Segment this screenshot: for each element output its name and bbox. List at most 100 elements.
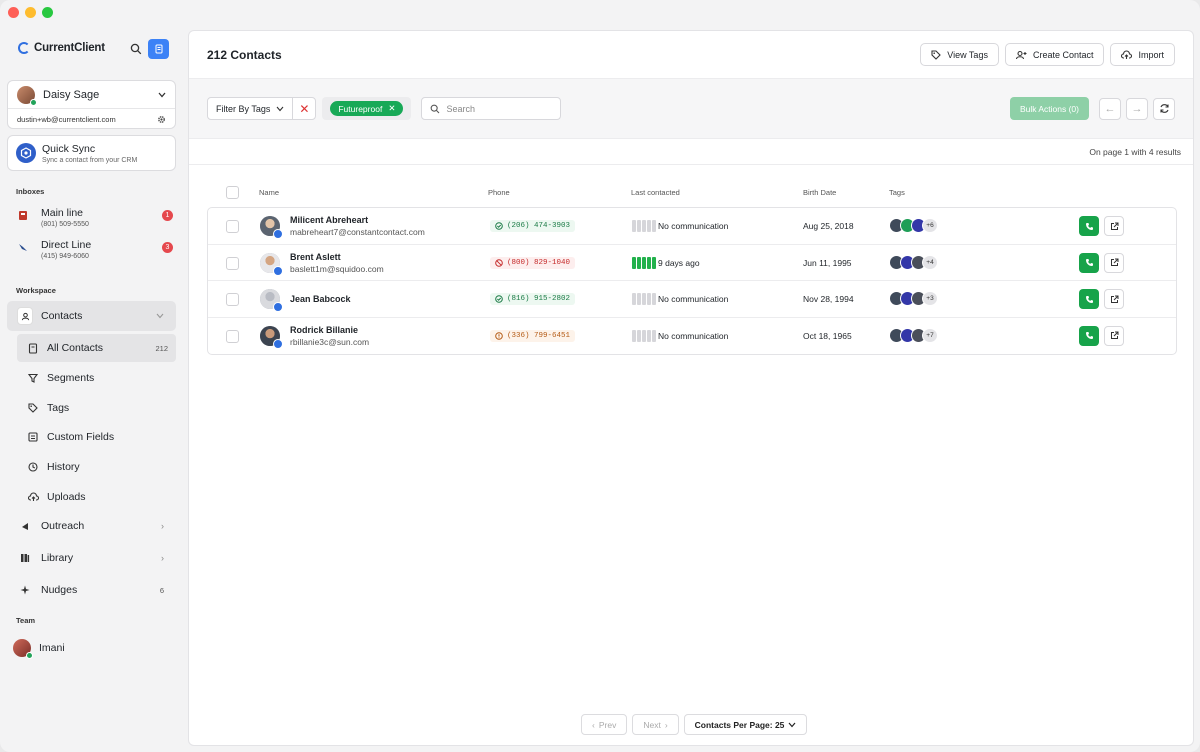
contact-name[interactable]: Milicent Abreheart (290, 215, 368, 225)
contact-name[interactable]: Jean Babcock (290, 294, 351, 304)
tag-icon (931, 49, 942, 60)
table-row[interactable]: Milicent Abreheart mabreheart7@constantc… (208, 208, 1176, 245)
per-page-select[interactable]: Contacts Per Page: 25 (683, 714, 808, 735)
megaphone-icon (17, 521, 33, 531)
select-all-checkbox[interactable] (226, 186, 239, 199)
sidebar-item-outreach[interactable]: Outreach › (7, 511, 176, 541)
library-icon (17, 553, 33, 563)
open-contact-button[interactable] (1104, 325, 1124, 346)
row-checkbox[interactable] (226, 329, 239, 343)
more-tags-count[interactable]: +7 (922, 327, 938, 343)
user-switcher[interactable]: Daisy Sage (8, 81, 175, 109)
sidebar-item-uploads[interactable]: Uploads (17, 483, 176, 511)
import-button[interactable]: Import (1110, 43, 1175, 66)
phone-text: (800) 829-1040 (507, 258, 571, 267)
call-button[interactable] (1079, 252, 1099, 273)
sidebar-item-library[interactable]: Library › (7, 543, 176, 573)
activity-bar (652, 256, 656, 269)
filter-by-tags-dropdown[interactable]: Filter By Tags (208, 98, 294, 119)
close-window-button[interactable] (8, 7, 19, 18)
remove-tag-icon[interactable]: ✕ (388, 103, 395, 114)
activity-bar (632, 329, 636, 342)
column-header-name[interactable]: Name (259, 188, 279, 197)
contact-name[interactable]: Brent Aslett (290, 252, 341, 262)
open-contact-button[interactable] (1104, 252, 1124, 273)
phone-number[interactable]: (336) 799-6451 (490, 329, 576, 342)
table-row[interactable]: Jean Babcock (816) 915-2802 No communica… (208, 281, 1176, 318)
column-header-birth-date[interactable]: Birth Date (803, 188, 836, 197)
filter-label: Filter By Tags (216, 103, 271, 114)
last-contacted: No communication (658, 221, 729, 231)
sidebar-item-nudges[interactable]: Nudges 6 (7, 575, 176, 605)
inbox-direct-line[interactable]: Direct Line (415) 949-6060 3 (17, 239, 173, 260)
inbox-phone: (801) 509-5550 (41, 221, 89, 228)
pagination: ‹ Prev Next › Contacts Per Page: 25 (581, 714, 808, 735)
quick-sync-card[interactable]: Quick Sync Sync a contact from your CRM (7, 135, 176, 171)
brand[interactable]: CurrentClient (18, 42, 105, 54)
chevron-down-icon (158, 92, 166, 97)
tag-chip-futureproof[interactable]: Futureproof ✕ (330, 101, 404, 116)
create-contact-button[interactable]: Create Contact (1004, 43, 1105, 66)
column-header-phone[interactable]: Phone (488, 188, 510, 197)
team-member-imani[interactable]: Imani (7, 633, 176, 663)
external-link-icon (1110, 331, 1118, 339)
activity-bar (637, 329, 641, 342)
sidebar-item-all-contacts[interactable]: All Contacts 212 (17, 334, 176, 362)
compose-button[interactable] (148, 39, 169, 59)
prev-page-button[interactable]: ‹ Prev (581, 714, 628, 735)
contact-tags[interactable]: +7 (889, 327, 938, 343)
phone-icon (1085, 295, 1093, 303)
activity-bar (637, 293, 641, 305)
call-button[interactable] (1079, 289, 1099, 309)
table-row[interactable]: Rodrick Billanie rbillanie3c@sun.com (33… (208, 318, 1176, 355)
row-checkbox[interactable] (226, 220, 239, 233)
search-icon[interactable] (130, 43, 142, 55)
open-contact-button[interactable] (1104, 216, 1124, 236)
sidebar-item-tags[interactable]: Tags (17, 394, 176, 422)
toolbar: Filter By Tags ✕ Futureproof ✕ Search Bu… (189, 79, 1193, 139)
activity-bar (642, 329, 646, 342)
call-button[interactable] (1079, 216, 1099, 236)
sidebar-item-custom-fields[interactable]: Custom Fields (17, 423, 176, 451)
clear-filter-icon[interactable]: ✕ (293, 98, 315, 119)
check-circle-icon (495, 295, 503, 303)
next-page-button[interactable]: Next › (632, 714, 679, 735)
refresh-icon[interactable] (1153, 97, 1175, 120)
gear-icon[interactable] (157, 115, 166, 124)
sidebar-item-contacts-label[interactable]: Contacts (7, 301, 176, 331)
inbox-main-line[interactable]: Main line (801) 509-5550 1 (17, 207, 173, 228)
row-checkbox[interactable] (226, 293, 239, 306)
contact-tags[interactable]: +4 (889, 254, 938, 270)
view-tags-button[interactable]: View Tags (920, 43, 999, 66)
book-icon (27, 342, 39, 354)
phone-number[interactable]: (206) 474-3903 (490, 220, 576, 232)
quick-sync-title: Quick Sync (42, 142, 96, 155)
phone-number[interactable]: (800) 829-1040 (490, 256, 576, 269)
more-tags-count[interactable]: +3 (922, 291, 938, 306)
contact-name[interactable]: Rodrick Billanie (290, 325, 358, 335)
minimize-window-button[interactable] (25, 7, 36, 18)
column-header-last-contacted[interactable]: Last contacted (631, 188, 680, 197)
contact-tags[interactable]: +6 (889, 218, 938, 233)
more-tags-count[interactable]: +4 (922, 254, 938, 270)
maximize-window-button[interactable] (42, 7, 53, 18)
column-header-tags[interactable]: Tags (889, 188, 905, 197)
bulk-actions-button[interactable]: Bulk Actions (0) (1009, 97, 1089, 120)
next-label: Next (643, 719, 661, 730)
search-input[interactable]: Search (421, 97, 562, 120)
phone-icon (1085, 222, 1093, 230)
phone-number[interactable]: (816) 915-2802 (490, 293, 576, 305)
more-tags-count[interactable]: +6 (922, 218, 938, 233)
open-contact-button[interactable] (1104, 289, 1124, 309)
table-row[interactable]: Brent Aslett baslett1m@squidoo.com (800)… (208, 245, 1176, 281)
call-button[interactable] (1079, 325, 1099, 346)
sidebar-item-history[interactable]: History (17, 453, 176, 481)
contact-tags[interactable]: +3 (889, 291, 938, 306)
sidebar-item-segments[interactable]: Segments (17, 364, 176, 392)
cloud-upload-icon (27, 492, 39, 502)
main-panel: 212 Contacts View Tags Create Contact Im… (188, 30, 1194, 746)
arrow-left-icon[interactable]: ← (1099, 97, 1121, 120)
activity-bar (647, 256, 651, 269)
arrow-right-icon[interactable]: → (1126, 97, 1148, 120)
row-checkbox[interactable] (226, 256, 239, 270)
